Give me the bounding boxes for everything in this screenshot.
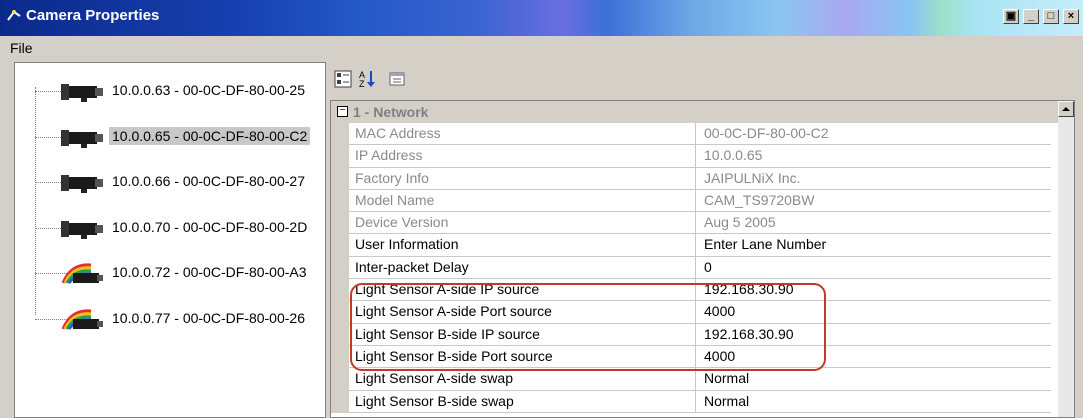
sort-az-icon[interactable]: A Z [356, 68, 378, 90]
menu-bar: File [0, 36, 1083, 60]
property-name: Light Sensor A-side swap [349, 368, 696, 391]
property-name: Factory Info [349, 167, 696, 190]
property-value[interactable]: 4000 [696, 301, 1051, 324]
property-value[interactable]: 192.168.30.90 [696, 279, 1051, 302]
category-header[interactable]: − 1 - Network [331, 101, 1074, 123]
categorized-icon[interactable] [332, 68, 354, 90]
tree-node-label: 10.0.0.70 - 00-0C-DF-80-00-2D [112, 218, 308, 235]
scroll-up-icon[interactable] [1058, 101, 1074, 117]
window-title: Camera Properties [26, 7, 160, 24]
svg-text:Z: Z [359, 79, 365, 89]
property-name: Device Version [349, 212, 696, 235]
property-value[interactable]: 4000 [696, 346, 1051, 369]
property-row[interactable]: Model Name CAM_TS9720BW [331, 189, 1051, 213]
tree-node-label: 10.0.0.66 - 00-0C-DF-80-00-27 [112, 173, 305, 189]
property-value[interactable]: Normal [696, 391, 1051, 413]
camera-rainbow-icon [61, 261, 105, 285]
camera-icon [61, 125, 105, 149]
row-gutter [331, 256, 349, 280]
collapse-icon[interactable]: − [337, 106, 348, 117]
property-row[interactable]: Light Sensor B-side swap Normal [331, 390, 1051, 413]
property-row[interactable]: Light Sensor A-side IP source 192.168.30.… [331, 279, 1051, 302]
property-value[interactable]: Normal [696, 368, 1051, 391]
close-button[interactable]: × [1063, 9, 1079, 24]
property-panel: A Z − 1 - Network MAC Address 00-0C-DF-80… [330, 62, 1083, 418]
property-value[interactable]: 0 [696, 257, 1051, 280]
property-name: Model Name [349, 189, 696, 213]
row-gutter [331, 167, 349, 190]
property-row[interactable]: IP Address 10.0.0.65 [331, 145, 1051, 168]
close-icon: × [1067, 10, 1075, 22]
restore-icon: ▣ [1005, 10, 1017, 22]
property-row[interactable]: User Information Enter Lane Number [331, 234, 1051, 257]
row-gutter [331, 323, 349, 346]
mdi-restore-button[interactable]: ▣ [1003, 9, 1019, 24]
maximize-icon: □ [1047, 10, 1055, 22]
property-value: 00-0C-DF-80-00-C2 [696, 123, 1051, 146]
property-value[interactable]: 192.168.30.90 [696, 324, 1051, 346]
row-gutter [331, 123, 349, 146]
row-gutter [331, 368, 349, 391]
property-grid: − 1 - Network MAC Address 00-0C-DF-80-00-… [330, 100, 1075, 418]
property-row[interactable]: Light Sensor B-side Port source 4000 [331, 345, 1051, 369]
property-name: MAC Address [349, 123, 696, 146]
property-name: Light Sensor B-side IP source [349, 323, 696, 346]
category-name: 1 - Network [353, 104, 429, 120]
tree-node-label: 10.0.0.72 - 00-0C-DF-80-00-A3 [112, 264, 307, 280]
property-value: 10.0.0.65 [696, 145, 1051, 168]
tree-node-label: 10.0.0.63 - 00-0C-DF-80-00-25 [112, 82, 305, 98]
row-gutter [331, 301, 349, 324]
property-value: Aug 5 2005 [696, 212, 1051, 235]
property-row[interactable]: Device Version Aug 5 2005 [331, 212, 1051, 235]
minimize-button[interactable]: _ [1023, 9, 1039, 24]
property-name: Light Sensor A-side Port source [349, 301, 696, 324]
property-name: User Information [349, 234, 696, 257]
property-value: JAIPULNiX Inc. [696, 168, 1051, 190]
camera-tree[interactable]: 10.0.0.63 - 00-0C-DF-80-00-25 10.0.0.65 -… [14, 62, 326, 418]
property-value[interactable]: Enter Lane Number [696, 234, 1051, 257]
camera-icon [61, 216, 105, 240]
row-gutter [331, 145, 349, 168]
property-name: Inter-packet Delay [349, 256, 696, 280]
maximize-button[interactable]: □ [1043, 9, 1059, 24]
minimize-icon: _ [1027, 10, 1035, 22]
row-gutter [331, 189, 349, 213]
app-icon [7, 10, 21, 21]
property-toolbar: A Z [330, 62, 1083, 98]
property-row[interactable]: Light Sensor A-side Port source 4000 [331, 301, 1051, 324]
property-name: IP Address [349, 145, 696, 168]
vertical-scrollbar[interactable] [1058, 101, 1074, 417]
row-gutter [331, 234, 349, 257]
camera-rainbow-icon [61, 307, 105, 331]
property-name: Light Sensor B-side swap [349, 390, 696, 413]
property-name: Light Sensor A-side IP source [349, 279, 696, 302]
camera-icon [61, 170, 105, 194]
property-value: CAM_TS9720BW [696, 190, 1051, 213]
tree-node[interactable]: 10.0.0.72 - 00-0C-DF-80-00-A3 [15, 253, 325, 293]
title-bar: Camera Properties ▣ _ □ × [0, 0, 1083, 36]
property-row[interactable]: Factory Info JAIPULNiX Inc. [331, 167, 1051, 190]
row-gutter [331, 390, 349, 413]
property-name: Light Sensor B-side Port source [349, 345, 696, 369]
menu-file[interactable]: File [10, 40, 33, 56]
tree-node[interactable]: 10.0.0.66 - 00-0C-DF-80-00-27 [15, 162, 325, 202]
property-row[interactable]: Light Sensor A-side swap Normal [331, 368, 1051, 391]
tree-node[interactable]: 10.0.0.65 - 00-0C-DF-80-00-C2 [15, 117, 325, 157]
row-gutter [331, 345, 349, 369]
property-row[interactable]: Light Sensor B-side IP source 192.168.30.… [331, 323, 1051, 346]
row-gutter [331, 212, 349, 235]
row-gutter [331, 279, 349, 302]
tree-node-label: 10.0.0.65 - 00-0C-DF-80-00-C2 [109, 126, 311, 145]
property-pages-icon[interactable] [386, 68, 408, 90]
camera-icon [61, 79, 105, 103]
tree-node[interactable]: 10.0.0.70 - 00-0C-DF-80-00-2D [15, 208, 325, 248]
property-row[interactable]: Inter-packet Delay 0 [331, 256, 1051, 280]
tree-node-label: 10.0.0.77 - 00-0C-DF-80-00-26 [112, 309, 305, 326]
tree-node[interactable]: 10.0.0.77 - 00-0C-DF-80-00-26 [15, 299, 325, 339]
property-row[interactable]: MAC Address 00-0C-DF-80-00-C2 [331, 123, 1051, 146]
tree-node[interactable]: 10.0.0.63 - 00-0C-DF-80-00-25 [15, 71, 325, 111]
